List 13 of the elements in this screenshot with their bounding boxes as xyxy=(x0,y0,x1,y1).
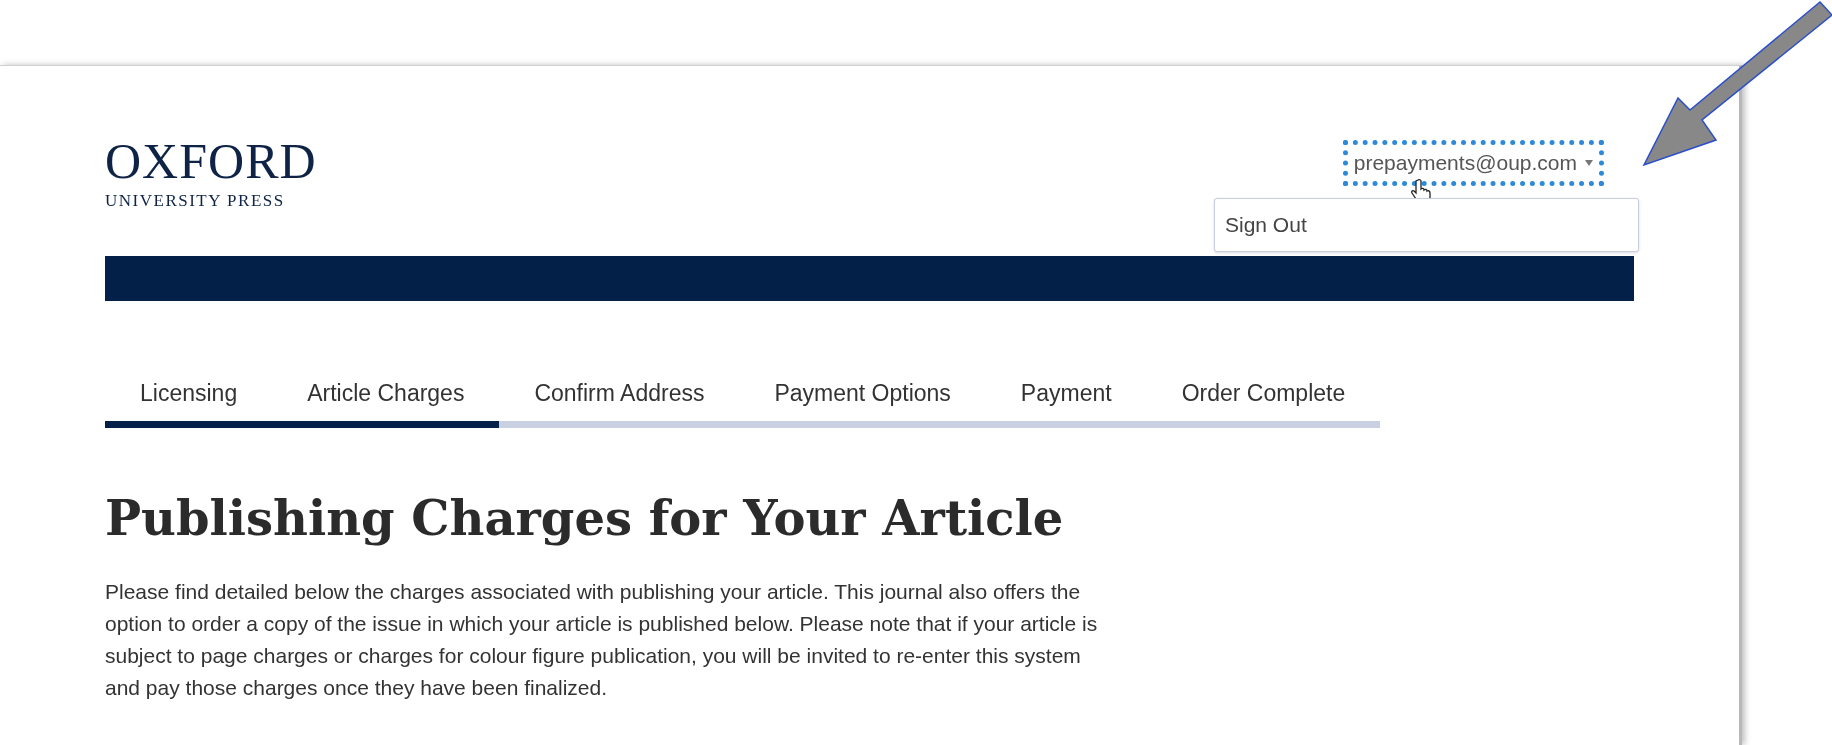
logo-subtitle: UNIVERSITY PRESS xyxy=(105,190,286,212)
step-tab[interactable]: Article Charges xyxy=(272,376,500,428)
step-tab[interactable]: Order Complete xyxy=(1146,376,1381,428)
step-tab[interactable]: Payment xyxy=(985,376,1147,428)
step-tab[interactable]: Payment Options xyxy=(739,376,986,428)
menu-item[interactable]: Sign Out xyxy=(1225,209,1628,241)
account-dropdown[interactable]: prepayments@oup.com xyxy=(1342,140,1604,186)
logo-wordmark: OXFORD xyxy=(105,136,317,186)
caret-icon xyxy=(1585,159,1593,166)
step-tab[interactable]: Confirm Address xyxy=(499,376,740,428)
page-heading: Publishing Charges for Your Article xyxy=(105,488,1065,548)
step-tab[interactable]: Licensing xyxy=(105,376,273,428)
intro-paragraph: Please find detailed below the charges associated with publishing your article. This journal also offers the option to order a copy of the issue in which your article is published below. Please note that if your article is subject to page charges or charges for colour figure publication, you will be invited to re-enter this system and pay those charges once they have been finalized. xyxy=(105,578,1099,701)
